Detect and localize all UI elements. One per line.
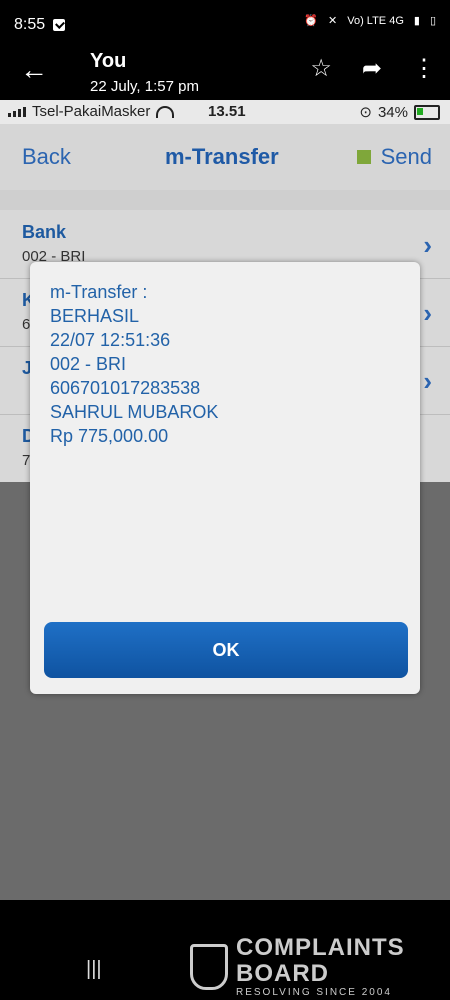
notification-icon <box>53 19 66 31</box>
chevron-right-icon: › <box>423 230 432 260</box>
chevron-right-icon: › <box>423 366 432 396</box>
back-arrow-icon[interactable]: ← <box>20 56 48 84</box>
network-label: Vo) LTE 4G <box>347 14 404 27</box>
dialog-line: 22/07 12:51:36 <box>50 330 171 350</box>
dialog-line: BERHASIL <box>50 306 140 326</box>
page-title: m-Transfer <box>165 144 279 169</box>
dialog-line: SAHRUL MUBAROK <box>50 402 219 422</box>
battery-charging-icon <box>414 104 440 120</box>
chevron-right-icon: › <box>423 298 432 328</box>
forward-icon[interactable]: ➦ <box>362 54 382 83</box>
wifi-icon <box>156 105 175 118</box>
ok-button[interactable]: OK <box>44 622 408 678</box>
rotation-lock-icon: ⊙ <box>359 104 372 121</box>
sender-name: You <box>90 50 127 72</box>
carrier-name: Tsel-PakaiMasker <box>32 103 151 120</box>
row-label: Bank <box>22 222 67 242</box>
signal-icon: ▮ <box>413 15 420 27</box>
watermark-line1: COMPLAINTS <box>236 934 405 961</box>
status-icons: ⏰ ✕ Vo) LTE 4G ▮ ▯ <box>304 14 436 28</box>
mute-icon: ✕ <box>328 15 338 27</box>
back-button[interactable]: Back <box>22 144 71 170</box>
dialog-line: 002 - BRI <box>50 354 127 374</box>
ios-status-bar: Tsel-PakaiMasker 13.51 ⊙ 34% <box>0 100 450 124</box>
send-label: Send <box>380 144 432 169</box>
send-indicator-icon <box>356 150 371 164</box>
star-icon[interactable]: ☆ <box>310 54 332 83</box>
clock: 8:55 <box>14 16 46 33</box>
shield-logo-icon <box>190 943 228 990</box>
dialog-line: 606701017283538 <box>50 378 201 398</box>
message-timestamp: 22 July, 1:57 pm <box>90 78 199 95</box>
alarm-icon: ⏰ <box>304 15 318 27</box>
more-options-icon[interactable]: ⋮ <box>412 54 436 83</box>
ios-time: 13.51 <box>208 103 246 120</box>
dialog-line: Rp 775,000.00 <box>50 426 169 446</box>
android-status-bar: 8:55 ⏰ ✕ Vo) LTE 4G ▮ ▯ <box>0 0 450 50</box>
send-button[interactable]: Send <box>356 144 432 170</box>
signal-bars-icon <box>8 106 26 117</box>
recent-apps-icon[interactable]: ||| <box>86 958 102 981</box>
watermark-tagline: RESOLVING SINCE 2004 <box>236 987 392 998</box>
transfer-result-dialog: m-Transfer : BERHASIL 22/07 12:51:36 002… <box>30 262 420 694</box>
viewer-top-bar: ← You 22 July, 1:57 pm ☆ ➦ ⋮ <box>0 44 450 100</box>
dialog-line: m-Transfer : <box>50 282 148 302</box>
app-navigation-bar: Back m-Transfer Send <box>0 124 450 190</box>
battery-percent: 34% <box>377 103 408 121</box>
screenshot-image: Tsel-PakaiMasker 13.51 ⊙ 34% Back m-Tran… <box>0 100 450 900</box>
watermark-logo: COMPLAINTS BOARD RESOLVING SINCE 2004 <box>190 935 405 998</box>
battery-icon: ▯ <box>429 15 436 27</box>
watermark-line2: BOARD <box>236 960 329 987</box>
